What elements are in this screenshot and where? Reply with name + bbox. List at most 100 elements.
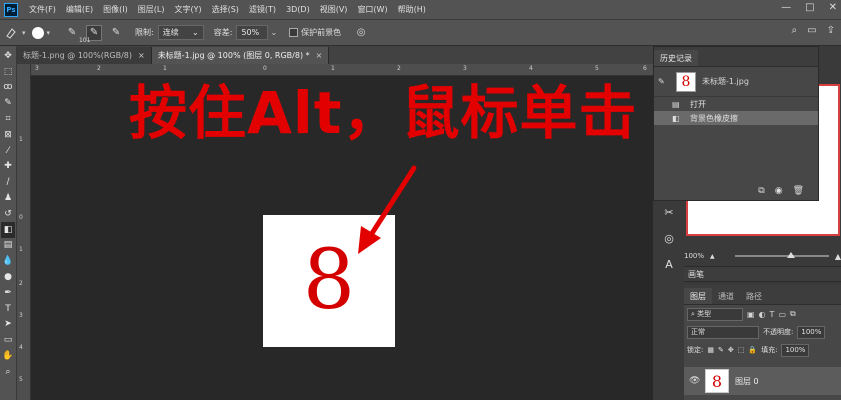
eraser-tool-icon[interactable]: ◧ bbox=[1, 221, 15, 238]
vertical-ruler[interactable]: 1 0 1 2 3 4 5 bbox=[17, 76, 31, 400]
tools-icon[interactable]: ✂ bbox=[659, 203, 679, 221]
layer-filter-select[interactable]: ⌕ 类型 bbox=[687, 307, 743, 321]
tolerance-input[interactable]: 50% bbox=[236, 25, 269, 40]
pen-tool-icon[interactable]: ✒ bbox=[1, 285, 15, 301]
tab-channels[interactable]: 通道 bbox=[712, 288, 740, 304]
history-step-open[interactable]: ▤ 打开 bbox=[654, 97, 818, 111]
sampling-continuous-icon[interactable]: ✎ bbox=[64, 25, 80, 41]
libraries-icon[interactable]: ◎ bbox=[659, 229, 679, 247]
dodge-tool-icon[interactable]: ● bbox=[1, 269, 15, 285]
tab-history[interactable]: 历史记录 bbox=[654, 50, 698, 66]
filter-type-icon[interactable]: T bbox=[770, 310, 775, 319]
zoom-in-icon[interactable]: ▲ bbox=[835, 252, 841, 261]
history-step-bg-eraser[interactable]: ◧ 背景色橡皮擦 bbox=[654, 111, 818, 125]
close-icon[interactable]: × bbox=[138, 51, 145, 60]
visibility-eye-icon[interactable]: 👁 bbox=[689, 376, 700, 386]
menu-help[interactable]: 帮助(H) bbox=[393, 4, 431, 15]
ruler-tick-label: 4 bbox=[19, 344, 23, 351]
tolerance-chevron-icon[interactable]: ⌄ bbox=[270, 28, 277, 37]
ruler-tick-label: 1 bbox=[19, 246, 23, 253]
filter-smart-icon[interactable]: ⧉ bbox=[790, 309, 796, 319]
filter-adjust-icon[interactable]: ◐ bbox=[759, 310, 766, 319]
fill-input[interactable]: 100% bbox=[781, 343, 810, 357]
tool-preset-chevron-icon[interactable]: ▾ bbox=[22, 29, 26, 37]
ruler-tick-label: 0 bbox=[19, 214, 23, 221]
menu-bar: Ps 文件(F) 编辑(E) 图像(I) 图层(L) 文字(Y) 选择(S) 滤… bbox=[0, 0, 841, 20]
protect-foreground-checkbox[interactable] bbox=[289, 28, 299, 37]
type-tool-icon[interactable]: T bbox=[1, 301, 15, 317]
marquee-tool-icon[interactable]: ⬚ bbox=[1, 64, 15, 80]
zoom-tool-icon[interactable]: ⌕ bbox=[1, 364, 15, 380]
healing-tool-icon[interactable]: ✚ bbox=[1, 159, 15, 175]
filter-shape-icon[interactable]: ▭ bbox=[778, 310, 786, 319]
ruler-tick-label: 1 bbox=[331, 65, 335, 72]
crop-tool-icon[interactable]: ⌗ bbox=[1, 111, 15, 127]
opacity-input[interactable]: 100% bbox=[797, 325, 826, 339]
horizontal-ruler[interactable]: 3 2 1 0 1 2 3 4 5 6 bbox=[31, 64, 653, 76]
zoom-value[interactable]: 100% bbox=[684, 252, 704, 260]
tab-paths[interactable]: 路径 bbox=[740, 288, 768, 304]
zoom-slider-thumb[interactable] bbox=[786, 252, 795, 258]
eraser-tool-icon[interactable] bbox=[3, 25, 19, 41]
limits-select[interactable]: 连续 ⌄ bbox=[157, 25, 204, 40]
blur-tool-icon[interactable]: 💧 bbox=[1, 253, 15, 269]
share-icon[interactable]: ⇪ bbox=[827, 25, 835, 36]
lock-artboard-icon[interactable]: ⬚ bbox=[738, 346, 745, 354]
menu-3d[interactable]: 3D(D) bbox=[281, 5, 315, 14]
character-icon[interactable]: A bbox=[659, 255, 679, 273]
search-icon[interactable]: ⌕ bbox=[792, 25, 798, 36]
trash-icon[interactable]: 🗑 bbox=[793, 186, 804, 196]
menu-edit[interactable]: 编辑(E) bbox=[61, 4, 98, 15]
camera-icon[interactable]: ◉ bbox=[775, 186, 783, 196]
lock-transparent-icon[interactable]: ▦ bbox=[707, 346, 714, 354]
menu-type[interactable]: 文字(Y) bbox=[169, 4, 206, 15]
snapshot-label: 未标题-1.jpg bbox=[702, 77, 749, 86]
canvas-workspace[interactable]: 8 按住Alt，鼠标单击 bbox=[31, 76, 653, 400]
maximize-button[interactable]: □ bbox=[805, 2, 814, 13]
pressure-icon[interactable]: ◎ bbox=[353, 25, 369, 41]
frame-tool-icon[interactable]: ⊠ bbox=[1, 127, 15, 143]
menu-select[interactable]: 选择(S) bbox=[207, 4, 244, 15]
clone-stamp-tool-icon[interactable]: ♟ bbox=[1, 190, 15, 206]
brush-tool-icon[interactable]: ∕ bbox=[1, 174, 15, 190]
filter-pixel-icon[interactable]: ▣ bbox=[747, 310, 755, 319]
lock-position-icon[interactable]: ✥ bbox=[728, 346, 734, 354]
brush-preview-icon[interactable] bbox=[31, 26, 44, 39]
menu-filter[interactable]: 滤镜(T) bbox=[244, 4, 281, 15]
history-snapshot[interactable]: ✎ 8 未标题-1.jpg bbox=[654, 67, 818, 97]
zoom-slider[interactable] bbox=[734, 252, 829, 258]
tab-layers[interactable]: 图层 bbox=[684, 288, 712, 304]
hand-tool-icon[interactable]: ✋ bbox=[1, 348, 15, 364]
tab-label: 标题-1.png @ 100%(RGB/8) bbox=[23, 51, 132, 60]
blend-mode-select[interactable]: 正常 bbox=[687, 325, 759, 339]
shape-tool-icon[interactable]: ▭ bbox=[1, 332, 15, 348]
layer-name[interactable]: 图层 0 bbox=[735, 376, 759, 387]
gradient-tool-icon[interactable]: ▤ bbox=[1, 238, 15, 254]
workspace-icon[interactable]: ▭ bbox=[807, 25, 816, 36]
eyedropper-tool-icon[interactable]: ⁄ bbox=[1, 143, 15, 159]
history-brush-tool-icon[interactable]: ↺ bbox=[1, 206, 15, 222]
menu-window[interactable]: 窗口(W) bbox=[352, 4, 392, 15]
menu-view[interactable]: 视图(V) bbox=[315, 4, 353, 15]
lock-image-icon[interactable]: ✎ bbox=[718, 346, 724, 354]
lock-all-icon[interactable]: 🔒 bbox=[748, 346, 757, 354]
tab-document-2[interactable]: 未标题-1.jpg @ 100% (图层 0, RGB/8) * × bbox=[151, 47, 330, 64]
new-document-from-state-icon[interactable]: ⧉ bbox=[758, 186, 764, 196]
path-select-tool-icon[interactable]: ➤ bbox=[1, 317, 15, 333]
tab-document-1[interactable]: 标题-1.png @ 100%(RGB/8) × bbox=[17, 47, 152, 64]
brush-picker-chevron-icon[interactable]: ▾ bbox=[47, 29, 51, 37]
move-tool-icon[interactable]: ✥ bbox=[1, 48, 15, 64]
zoom-out-icon[interactable]: ▲ bbox=[710, 253, 715, 260]
menu-file[interactable]: 文件(F) bbox=[24, 4, 61, 15]
sampling-background-icon[interactable]: ✎ bbox=[108, 25, 124, 41]
lasso-tool-icon[interactable]: ꝏ bbox=[1, 80, 15, 96]
brush-panel-header[interactable]: 画笔 bbox=[684, 266, 841, 282]
history-brush-source-icon[interactable]: ✎ bbox=[658, 77, 670, 86]
close-icon[interactable]: × bbox=[316, 51, 323, 60]
close-window-button[interactable]: ✕ bbox=[829, 2, 837, 13]
menu-layer[interactable]: 图层(L) bbox=[133, 4, 170, 15]
minimize-button[interactable]: — bbox=[781, 2, 791, 13]
layer-row[interactable]: 👁 8 图层 0 bbox=[684, 367, 841, 395]
quick-select-tool-icon[interactable]: ✎ bbox=[1, 95, 15, 111]
menu-image[interactable]: 图像(I) bbox=[98, 4, 133, 15]
